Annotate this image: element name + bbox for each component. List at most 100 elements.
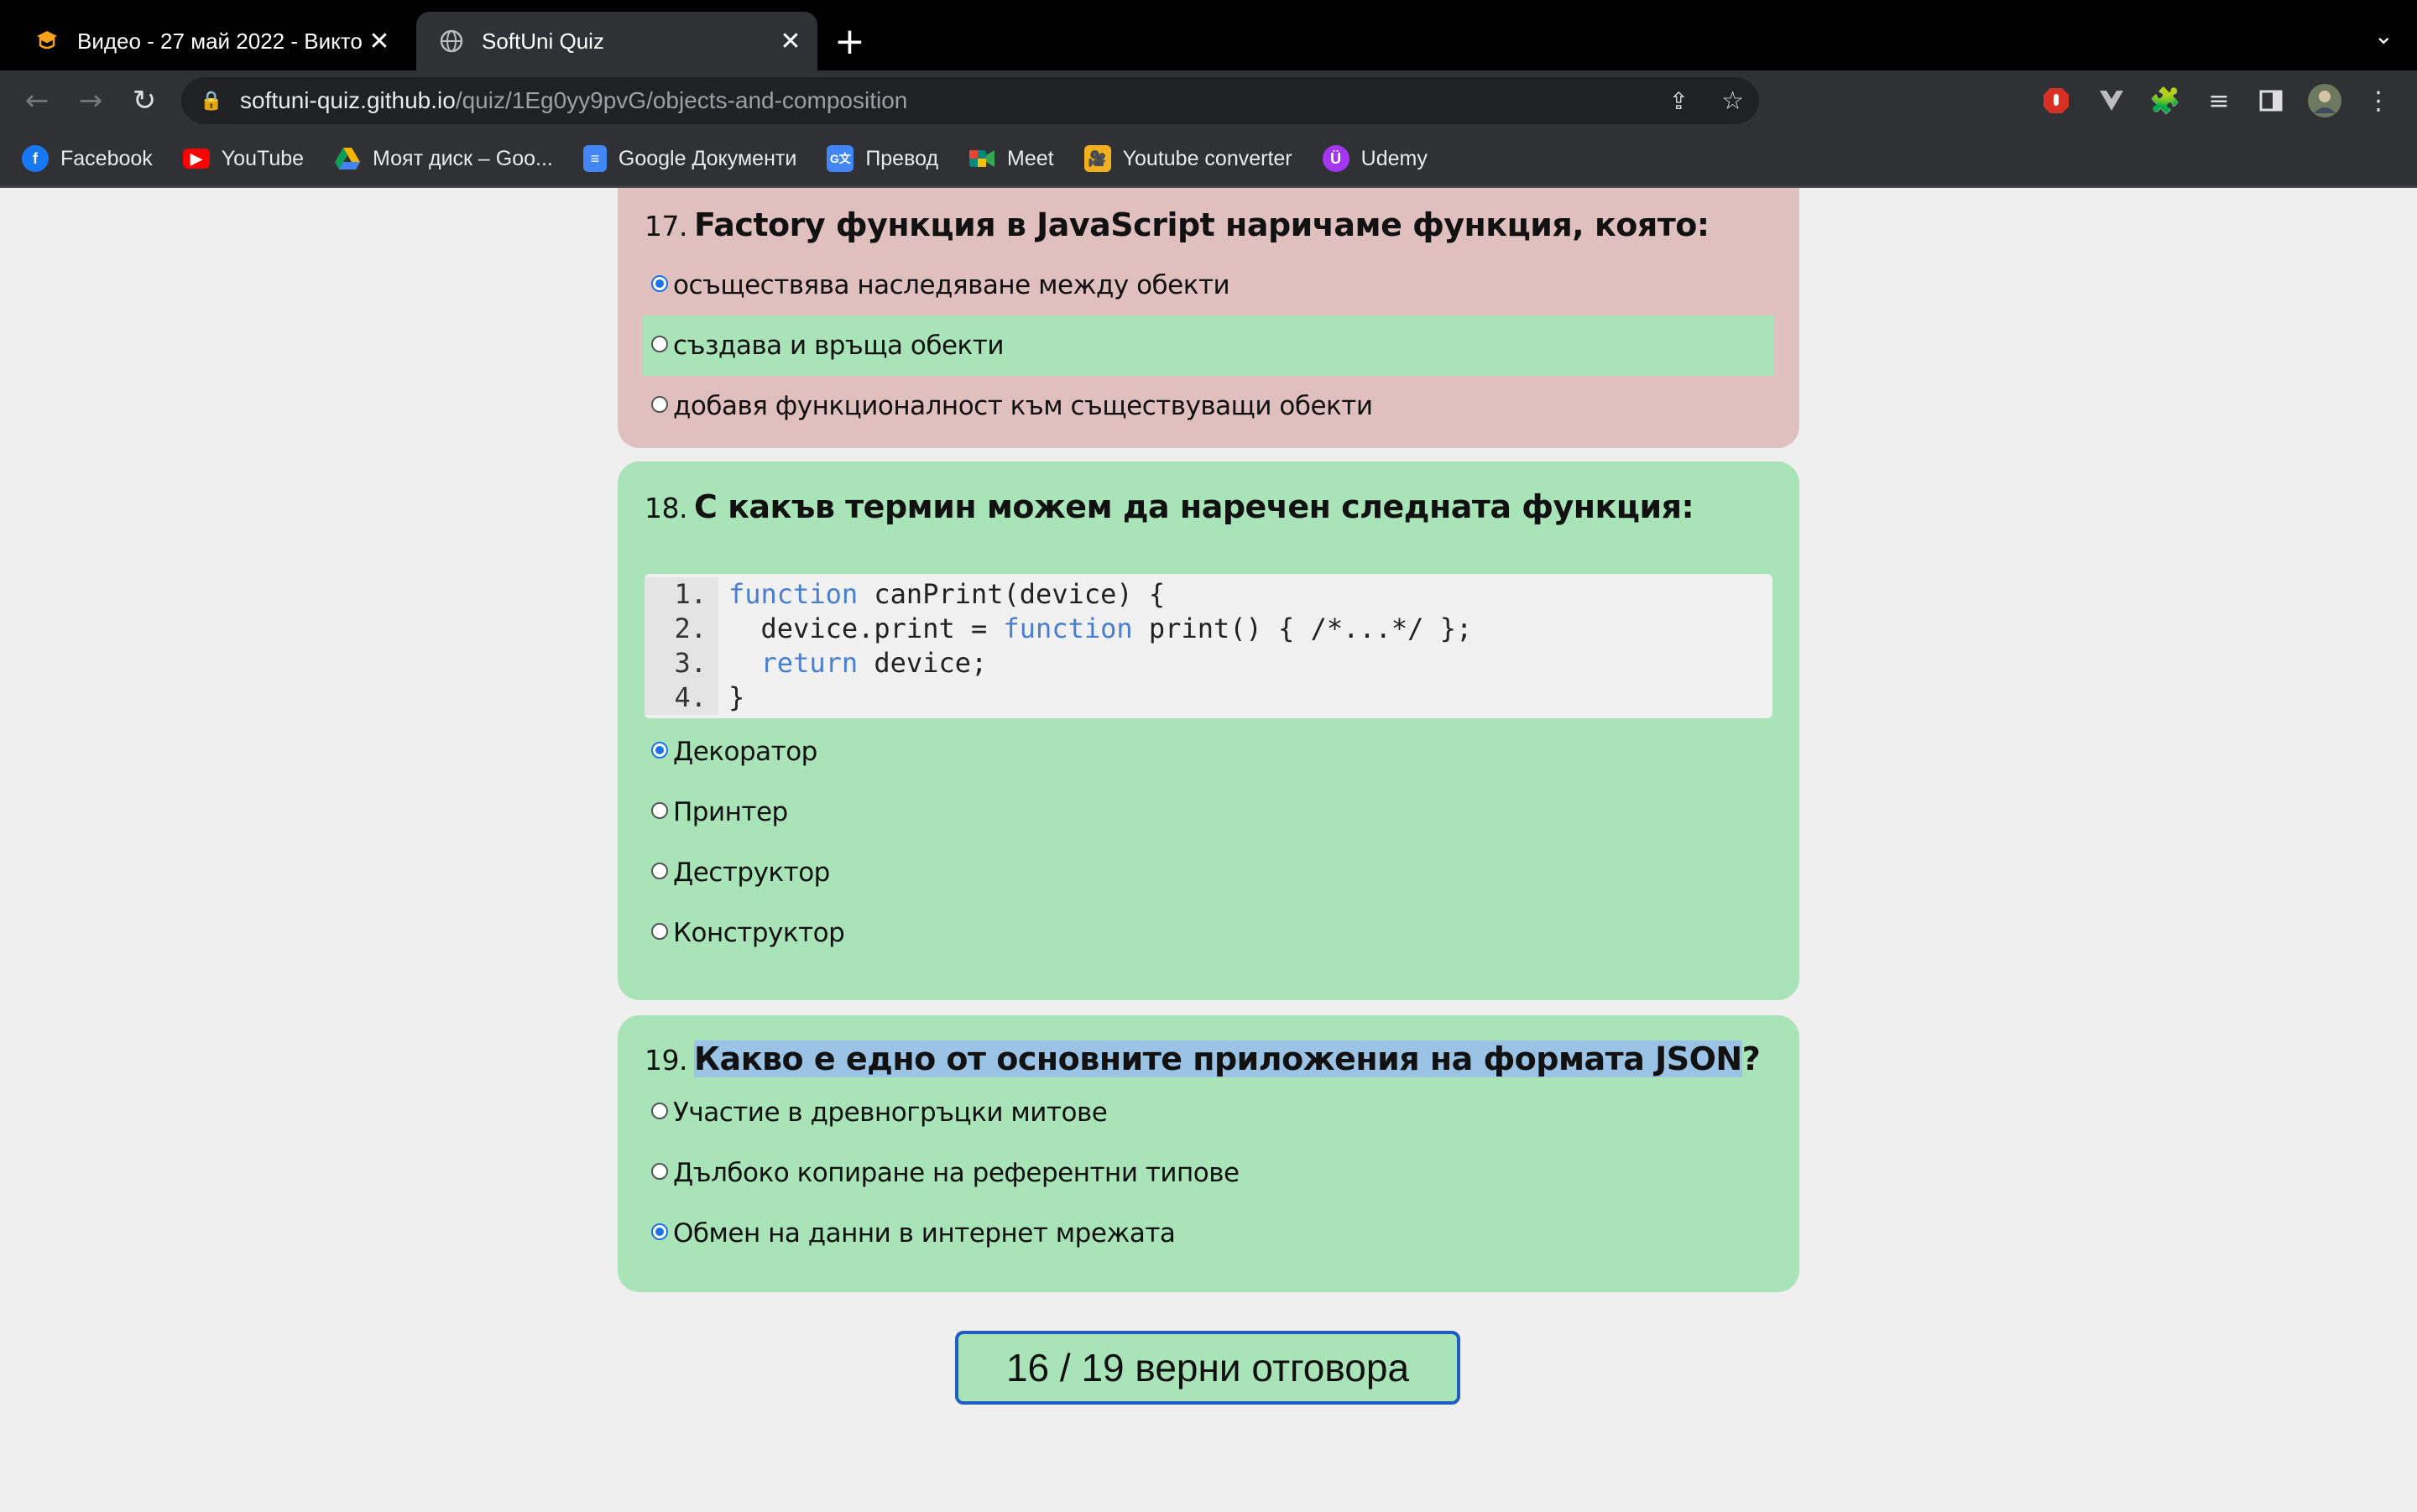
code-text: canPrint(device) {	[858, 578, 1166, 610]
url-path: /quiz/1Eg0yy9pvG/objects-and-composition	[455, 87, 908, 113]
tab-video[interactable]: Видео - 27 май 2022 - Виктор ✕	[12, 12, 406, 70]
new-tab-icon[interactable]: +	[834, 18, 865, 65]
question-title: 18. С какъв термин можем да наречен след…	[645, 461, 1772, 574]
radio-button[interactable]	[651, 863, 668, 879]
bookmark-label: Google Документи	[618, 146, 797, 170]
radio-button[interactable]	[651, 275, 668, 292]
avatar[interactable]	[2305, 81, 2345, 121]
answer-option[interactable]: осъществява наследяване между обекти	[643, 255, 1774, 315]
answer-label: Принтер	[673, 797, 788, 827]
code-lines: function canPrint(device) { device.print…	[718, 577, 1472, 715]
answer-label: Декоратор	[673, 737, 817, 767]
bookmark-meet[interactable]: Meet	[968, 145, 1054, 172]
question-card-18: 18. С какъв термин можем да наречен след…	[618, 461, 1799, 1000]
answer-option[interactable]: Деструктор	[643, 842, 1774, 903]
more-vertical-icon[interactable]: ⋮	[2358, 81, 2399, 121]
code-line: device.print = function print() { /*...*…	[728, 612, 1473, 646]
bookmark-label: YouTube	[221, 146, 305, 170]
line-number: 4.	[674, 681, 707, 713]
question-text-end: ?	[1741, 1040, 1761, 1077]
question-text: С какъв термин можем да наречен следната…	[693, 488, 1694, 525]
radio-button[interactable]	[651, 396, 668, 413]
camera-icon: 🎥	[1083, 145, 1111, 172]
tab-softuni-quiz[interactable]: SoftUni Quiz ✕	[416, 12, 817, 70]
radio-button[interactable]	[651, 1223, 668, 1240]
code-text: print() { /*...*/ };	[1132, 613, 1473, 644]
bookmark-udemy[interactable]: Ü Udemy	[1322, 145, 1428, 172]
code-text: }	[728, 681, 745, 713]
answer-label: създава и връща обекти	[673, 331, 1004, 361]
share-icon[interactable]: ⇪	[1669, 87, 1689, 115]
url-host: softuni-quiz.github.io	[240, 87, 456, 113]
code-text: device.print =	[728, 613, 1004, 644]
code-keyword: return	[760, 647, 859, 679]
bookmark-facebook[interactable]: f Facebook	[22, 145, 153, 172]
radio-button[interactable]	[651, 1103, 668, 1119]
tab-title: SoftUni Quiz	[482, 28, 604, 54]
bookmarks-bar: f Facebook ▶ YouTube Моят диск – Goo... …	[0, 131, 2417, 188]
radio-button[interactable]	[651, 336, 668, 352]
lock-icon: 🔒	[200, 90, 223, 111]
line-number: 2.	[674, 613, 707, 644]
question-title: 19. Какво е едно от основните приложения…	[645, 1015, 1772, 1082]
browser-toolbar: ← → ↻ 🔒 softuni-quiz.github.io/quiz/1Eg0…	[0, 70, 2417, 131]
bookmark-youtube-converter[interactable]: 🎥 Youtube converter	[1083, 145, 1292, 172]
answer-option[interactable]: Декоратор	[643, 722, 1774, 782]
answer-option[interactable]: Конструктор	[643, 903, 1774, 963]
address-bar[interactable]: 🔒 softuni-quiz.github.io/quiz/1Eg0yy9pvG…	[181, 77, 1759, 124]
bookmark-star-icon[interactable]: ☆	[1721, 86, 1744, 116]
code-keyword: function	[728, 578, 859, 610]
radio-button[interactable]	[651, 802, 668, 819]
answer-label: Деструктор	[673, 858, 830, 888]
google-docs-icon: ≡	[582, 145, 607, 172]
answer-option[interactable]: Обмен на данни в интернет мрежата	[643, 1203, 1774, 1264]
bookmark-google-drive[interactable]: Моят диск – Goo...	[334, 145, 553, 172]
question-text-selected: Какво е едно от основните приложения на …	[693, 1040, 1742, 1077]
question-number: 18.	[645, 492, 687, 524]
radio-button[interactable]	[651, 742, 668, 759]
facebook-icon: f	[22, 145, 49, 172]
softuni-icon	[34, 28, 60, 55]
bookmark-translate[interactable]: G文 Превод	[827, 145, 938, 172]
close-icon[interactable]: ✕	[363, 27, 396, 56]
radio-button[interactable]	[651, 1163, 668, 1180]
answer-option-correct[interactable]: създава и връща обекти	[643, 315, 1774, 376]
reload-icon[interactable]: ↻	[117, 74, 171, 128]
code-block: 1. 2. 3. 4. function canPrint(device) { …	[645, 574, 1772, 718]
answer-option[interactable]: Дълбоко копиране на референтни типове	[643, 1143, 1774, 1203]
line-numbers: 1. 2. 3. 4.	[645, 577, 718, 715]
code-line: function canPrint(device) {	[728, 577, 1472, 612]
chevron-down-icon[interactable]: ⌄	[2374, 22, 2394, 50]
quiz-page: 17. Factory функция в JavaScript наричам…	[0, 188, 2417, 1512]
google-drive-icon	[334, 145, 361, 172]
google-translate-icon: G文	[827, 145, 854, 172]
bookmark-youtube[interactable]: ▶ YouTube	[182, 146, 305, 171]
radio-button[interactable]	[651, 923, 668, 940]
bookmark-google-docs[interactable]: ≡ Google Документи	[582, 145, 797, 172]
forward-arrow-icon[interactable]: →	[64, 74, 117, 128]
tab-strip: Видео - 27 май 2022 - Виктор ✕ SoftUni Q…	[0, 0, 2417, 70]
answer-option[interactable]: добавя функционалност към съществуващи о…	[643, 376, 1774, 436]
bookmark-label: Моят диск – Goo...	[373, 146, 553, 170]
close-icon[interactable]: ✕	[774, 27, 807, 56]
question-number: 19.	[645, 1044, 687, 1077]
question-card-19: 19. Какво е едно от основните приложения…	[618, 1015, 1799, 1292]
answer-label: Дълбоко копиране на референтни типове	[673, 1158, 1240, 1188]
line-number: 3.	[674, 647, 707, 679]
youtube-icon: ▶	[182, 149, 210, 169]
answer-option[interactable]: Принтер	[643, 782, 1774, 842]
back-arrow-icon[interactable]: ←	[10, 74, 64, 128]
extensions-puzzle-icon[interactable]: 🧩	[2145, 81, 2185, 121]
media-queue-icon[interactable]: ≡	[2199, 81, 2239, 121]
bookmark-label: Meet	[1007, 146, 1054, 170]
answer-option[interactable]: Участие в древногръцки митове	[643, 1082, 1774, 1143]
side-panel-icon[interactable]	[2251, 81, 2291, 121]
bookmark-label: Youtube converter	[1122, 146, 1292, 170]
adblock-icon[interactable]	[2036, 81, 2076, 121]
question-text: Factory функция в JavaScript наричаме фу…	[693, 206, 1710, 243]
answer-label: добавя функционалност към съществуващи о…	[673, 391, 1373, 421]
answer-label: Обмен на данни в интернет мрежата	[673, 1218, 1176, 1249]
vue-devtools-icon[interactable]	[2091, 81, 2132, 121]
code-line: return device;	[728, 646, 1472, 680]
